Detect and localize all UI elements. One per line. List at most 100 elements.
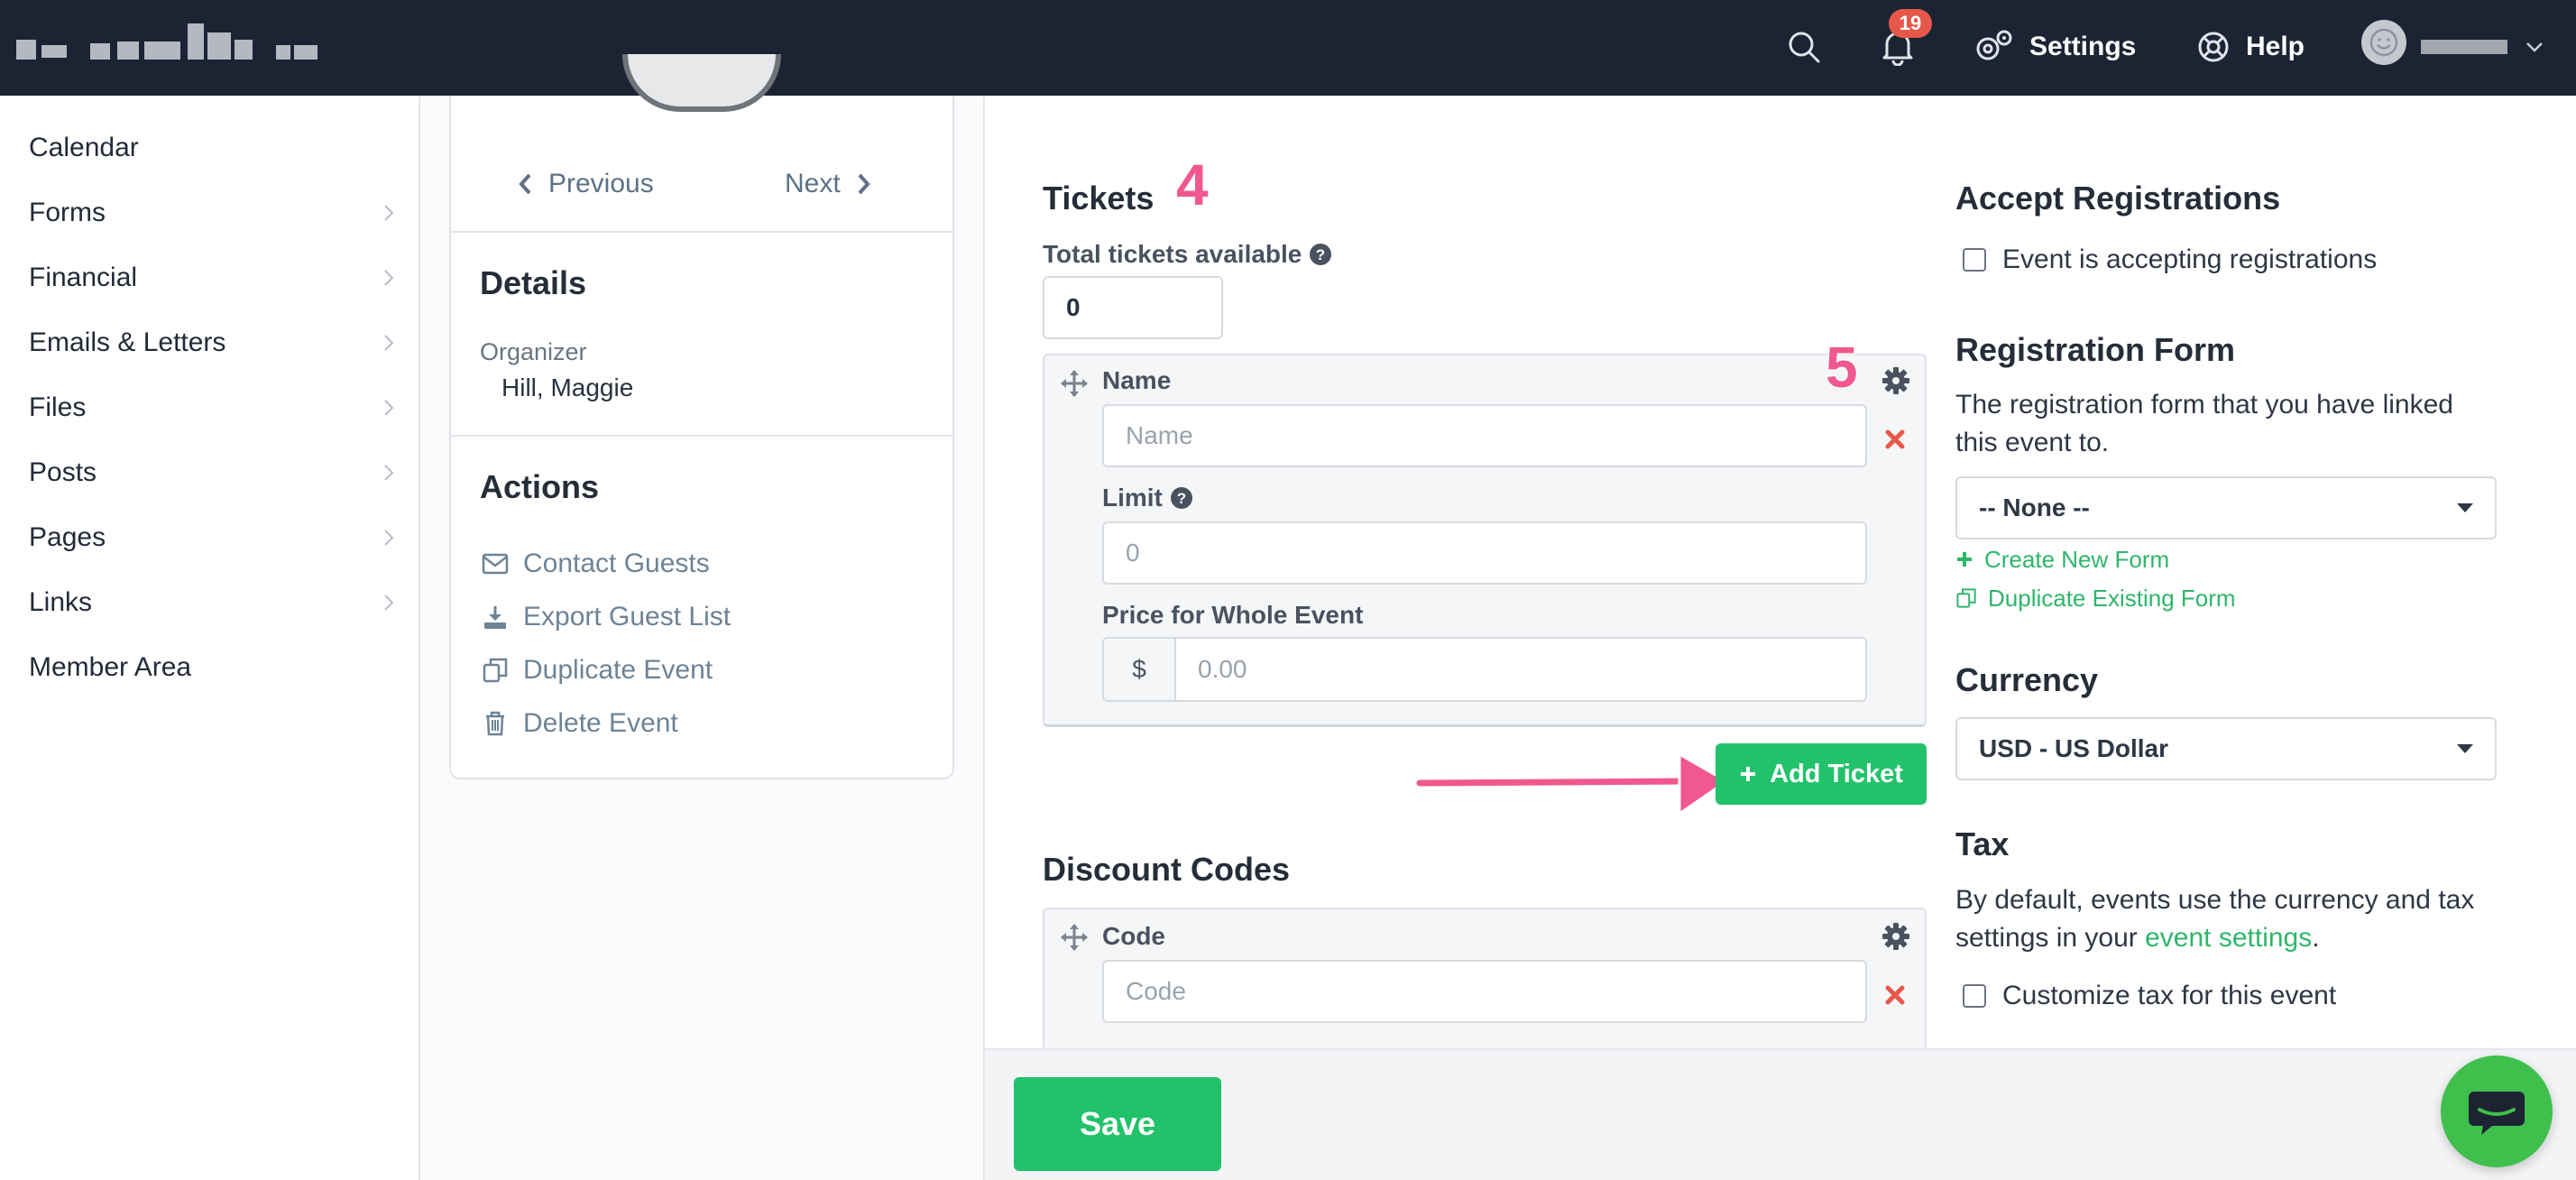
sidebar-item-financial[interactable]: Financial <box>29 258 137 298</box>
divider <box>451 435 952 437</box>
organizer-label: Organizer <box>480 338 587 365</box>
sidebar-item-member-area[interactable]: Member Area <box>29 648 191 687</box>
contact-guests-label: Contact Guests <box>523 549 710 578</box>
actions-heading: Actions <box>480 468 600 505</box>
accepting-registrations-checkbox-row[interactable]: Event is accepting registrations <box>1963 240 2377 280</box>
drag-handle-icon[interactable] <box>1059 368 1090 399</box>
annotation-arrow <box>1416 752 1728 816</box>
discount-code-label: Code <box>1102 922 1165 950</box>
tax-description: By default, events use the currency and … <box>1955 881 2497 957</box>
registration-form-heading: Registration Form <box>1955 331 2236 368</box>
sidebar-item-emails-letters[interactable]: Emails & Letters <box>29 323 225 363</box>
help-link[interactable]: Help <box>2246 27 2305 67</box>
chevron-right-icon <box>379 453 399 493</box>
event-settings-link[interactable]: event settings <box>2145 923 2312 953</box>
step-5-annotation: 5 <box>1825 335 1860 401</box>
registration-form-select[interactable]: -- None -- <box>1955 476 2497 539</box>
chevron-right-icon <box>379 193 399 233</box>
chevron-right-icon <box>858 173 870 195</box>
discount-code-input[interactable]: Code <box>1102 960 1867 1023</box>
next-event-button[interactable]: Next <box>785 164 871 204</box>
total-tickets-input[interactable]: 0 <box>1043 276 1223 339</box>
notification-count-badge: 19 <box>1889 9 1932 38</box>
ticket-limit-label-text: Limit <box>1102 484 1163 512</box>
chevron-down-icon[interactable] <box>2516 22 2553 72</box>
duplicate-existing-form-label: Duplicate Existing Form <box>1988 585 2236 612</box>
total-tickets-label-text: Total tickets available <box>1043 240 1302 268</box>
ticket-price-label: Price for Whole Event <box>1102 601 1364 629</box>
delete-event-action[interactable]: Delete Event <box>480 704 678 743</box>
tickets-heading: Tickets <box>1043 180 1155 217</box>
previous-event-button[interactable]: Previous <box>518 164 654 204</box>
accepting-registrations-checkbox[interactable] <box>1963 248 1986 272</box>
help-circle-icon[interactable]: ? <box>1170 486 1193 510</box>
step-4-annotation: 4 <box>1175 152 1210 218</box>
discount-codes-heading: Discount Codes <box>1043 851 1291 888</box>
next-label: Next <box>785 169 841 198</box>
duplicate-event-label: Duplicate Event <box>523 655 713 685</box>
duplicate-existing-form-link[interactable]: Duplicate Existing Form <box>1955 581 2236 615</box>
add-ticket-button[interactable]: Add Ticket <box>1716 743 1927 805</box>
sidebar-item-links[interactable]: Links <box>29 583 92 622</box>
search-icon[interactable] <box>1779 22 1829 72</box>
ticket-price-input[interactable]: 0.00 <box>1174 637 1867 702</box>
export-guest-list-action[interactable]: Export Guest List <box>480 597 731 637</box>
brand-logo[interactable] <box>16 23 317 60</box>
help-circle-icon[interactable]: ? <box>1309 243 1332 266</box>
chat-widget-button[interactable] <box>2441 1056 2553 1167</box>
remove-discount-icon[interactable] <box>1881 982 1909 1009</box>
tax-heading: Tax <box>1955 825 2010 862</box>
registration-form-selected: -- None -- <box>1979 493 2090 521</box>
ticket-name-input[interactable]: Name <box>1102 404 1867 467</box>
drag-handle-icon[interactable] <box>1059 922 1090 953</box>
registration-form-description: The registration form that you have link… <box>1955 390 2453 457</box>
create-new-form-label: Create New Form <box>1984 546 2170 573</box>
export-guest-list-label: Export Guest List <box>523 602 731 631</box>
sidebar-item-calendar[interactable]: Calendar <box>29 128 139 168</box>
help-lifebuoy-icon[interactable] <box>2188 22 2239 72</box>
sidebar-item-pages[interactable]: Pages <box>29 518 106 558</box>
currency-heading: Currency <box>1955 661 2099 698</box>
sidebar-item-files[interactable]: Files <box>29 388 86 428</box>
contact-guests-action[interactable]: Contact Guests <box>480 544 710 584</box>
save-button[interactable]: Save <box>1014 1077 1221 1171</box>
ticket-settings-gear-icon[interactable] <box>1881 366 1910 395</box>
tax-description-end: . <box>2312 923 2320 953</box>
top-navigation-bar: 19 Settings Help <box>0 0 2576 96</box>
currency-select[interactable]: USD - US Dollar <box>1955 717 2497 780</box>
chevron-left-icon <box>519 173 531 195</box>
save-bar <box>985 1048 2576 1180</box>
ticket-name-label: Name <box>1102 366 1172 394</box>
currency-addon: $ <box>1102 637 1176 702</box>
caret-down-icon <box>2457 503 2473 512</box>
envelope-icon <box>480 549 511 579</box>
chat-bubble-icon <box>2469 1092 2525 1135</box>
ticket-limit-input[interactable]: 0 <box>1102 521 1867 585</box>
duplicate-event-action[interactable]: Duplicate Event <box>480 650 713 690</box>
chevron-right-icon <box>379 518 399 558</box>
sidebar-item-forms[interactable]: Forms <box>29 193 106 233</box>
details-heading: Details <box>480 264 587 301</box>
add-ticket-label: Add Ticket <box>1770 759 1903 788</box>
settings-link[interactable]: Settings <box>2029 27 2136 67</box>
user-name[interactable] <box>2421 40 2507 54</box>
copy-icon <box>1956 588 1976 608</box>
download-icon <box>480 602 511 632</box>
chevron-right-icon <box>379 583 399 622</box>
copy-icon <box>480 655 511 686</box>
settings-gears-icon[interactable] <box>1968 22 2019 72</box>
accepting-registrations-label: Event is accepting registrations <box>2002 244 2378 274</box>
remove-ticket-icon[interactable] <box>1881 426 1909 453</box>
customize-tax-checkbox-row[interactable]: Customize tax for this event <box>1963 976 2336 1016</box>
currency-selected: USD - US Dollar <box>1979 734 2169 762</box>
create-new-form-link[interactable]: Create New Form <box>1955 542 2169 576</box>
chevron-right-icon <box>379 388 399 428</box>
discount-settings-gear-icon[interactable] <box>1881 922 1910 951</box>
user-avatar[interactable] <box>2361 20 2406 65</box>
delete-event-label: Delete Event <box>523 708 678 738</box>
accept-registrations-heading: Accept Registrations <box>1955 180 2281 217</box>
organizer-name: Hill, Maggie <box>501 373 634 401</box>
sidebar-item-posts[interactable]: Posts <box>29 453 97 493</box>
customize-tax-checkbox[interactable] <box>1963 984 1986 1008</box>
divider <box>451 231 952 233</box>
